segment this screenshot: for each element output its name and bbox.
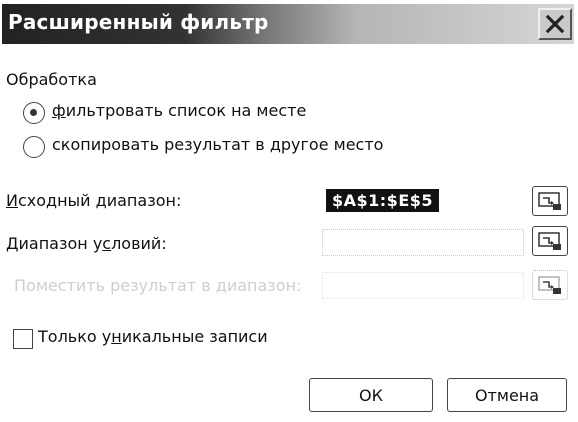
ok-button[interactable]: ОК xyxy=(309,378,433,412)
source-range-input[interactable]: $A$1:$E$5 xyxy=(322,188,524,215)
criteria-range-input[interactable] xyxy=(322,229,524,256)
source-range-value: $A$1:$E$5 xyxy=(326,189,440,212)
title-bar: Расширенный фильтр xyxy=(2,4,574,44)
criteria-range-label: Диапазон условий: xyxy=(6,234,167,253)
range-select-icon xyxy=(538,276,561,294)
unique-records-checkbox[interactable] xyxy=(13,329,33,349)
range-select-icon xyxy=(538,232,561,250)
close-icon xyxy=(545,14,565,34)
copy-to-range-select-button xyxy=(532,270,568,300)
copy-to-range-label: Поместить результат в диапазон: xyxy=(14,276,302,295)
unique-records-label[interactable]: Только уникальные записи xyxy=(38,327,268,346)
window-title: Расширенный фильтр xyxy=(8,10,269,34)
radio-filter-in-place[interactable] xyxy=(23,102,45,124)
cancel-button[interactable]: Отмена xyxy=(447,378,567,412)
close-button[interactable] xyxy=(538,8,572,40)
radio-copy-to-location-label[interactable]: скопировать результат в другое место xyxy=(52,135,383,154)
radio-copy-to-location[interactable] xyxy=(23,136,45,158)
advanced-filter-dialog: Расширенный фильтр Обработка фильтровать… xyxy=(0,0,578,422)
criteria-range-select-button[interactable] xyxy=(532,226,568,256)
radio-filter-in-place-label[interactable]: фильтровать список на месте xyxy=(52,101,306,120)
processing-group-label: Обработка xyxy=(6,70,97,89)
copy-to-range-input xyxy=(322,272,524,299)
source-range-label: Исходный диапазон: xyxy=(6,191,182,210)
source-range-select-button[interactable] xyxy=(532,186,568,216)
range-select-icon xyxy=(538,192,561,210)
